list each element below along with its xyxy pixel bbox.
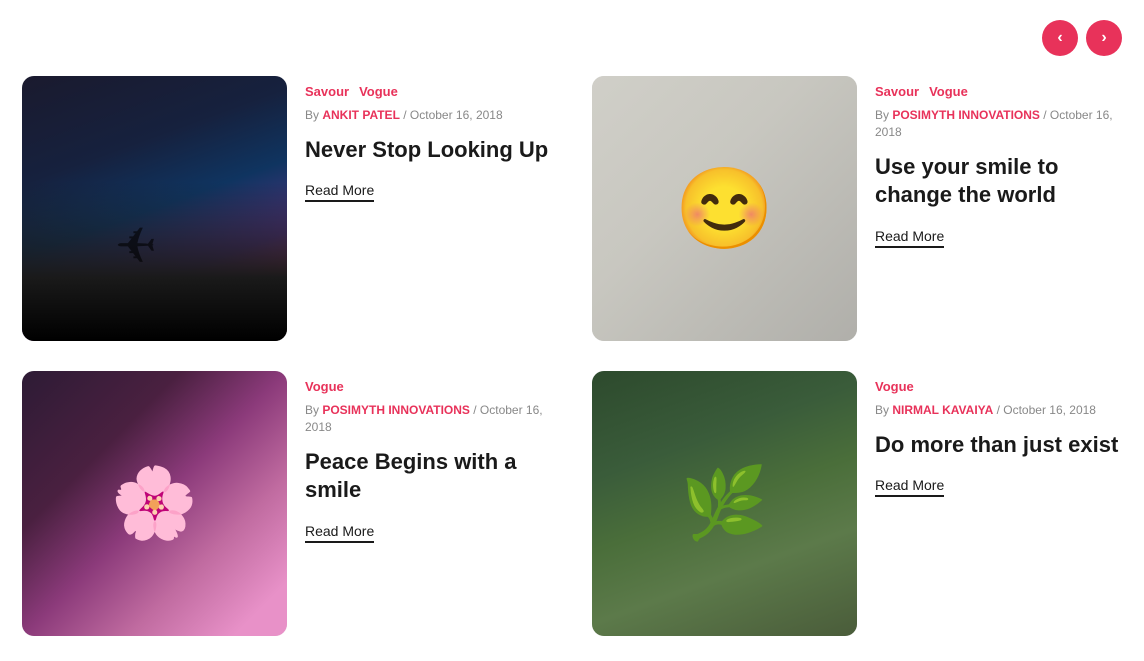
- prev-button[interactable]: ‹: [1042, 20, 1078, 56]
- card-content-4: Vogue By NIRMAL KAVAIYA / October 16, 201…: [875, 371, 1122, 497]
- read-more-link-3[interactable]: Read More: [305, 523, 374, 543]
- card-meta-3: By POSIMYTH INNOVATIONS / October 16, 20…: [305, 402, 552, 436]
- tag-savour[interactable]: Savour: [875, 84, 919, 99]
- card-tags-4: Vogue: [875, 379, 1122, 394]
- card-title-2: Use your smile to change the world: [875, 153, 1122, 210]
- card-image-3: [22, 371, 287, 636]
- tag-savour[interactable]: Savour: [305, 84, 349, 99]
- card-1: Savour Vogue By ANKIT PATEL / October 16, …: [22, 76, 552, 341]
- page-wrapper: ‹ › Savour Vogue By ANKIT PATEL / October …: [22, 20, 1122, 636]
- read-more-link-1[interactable]: Read More: [305, 182, 374, 202]
- read-more-link-4[interactable]: Read More: [875, 477, 944, 497]
- card-meta-1: By ANKIT PATEL / October 16, 2018: [305, 107, 552, 124]
- card-tags-3: Vogue: [305, 379, 552, 394]
- card-author-1: ANKIT PATEL: [322, 108, 400, 122]
- card-meta-2: By POSIMYTH INNOVATIONS / October 16, 20…: [875, 107, 1122, 141]
- card-tags-1: Savour Vogue: [305, 84, 552, 99]
- card-image-4: [592, 371, 857, 636]
- card-title-3: Peace Begins with a smile: [305, 448, 552, 505]
- tag-vogue[interactable]: Vogue: [929, 84, 968, 99]
- card-author-3: POSIMYTH INNOVATIONS: [322, 403, 470, 417]
- cards-grid: Savour Vogue By ANKIT PATEL / October 16, …: [22, 76, 1122, 636]
- read-more-link-2[interactable]: Read More: [875, 228, 944, 248]
- card-image-2: [592, 76, 857, 341]
- card-4: Vogue By NIRMAL KAVAIYA / October 16, 201…: [592, 371, 1122, 636]
- nav-buttons: ‹ ›: [22, 20, 1122, 56]
- card-2: Savour Vogue By POSIMYTH INNOVATIONS / Oct…: [592, 76, 1122, 341]
- card-tags-2: Savour Vogue: [875, 84, 1122, 99]
- tag-vogue[interactable]: Vogue: [359, 84, 398, 99]
- card-content-1: Savour Vogue By ANKIT PATEL / October 16, …: [305, 76, 552, 202]
- card-title-4: Do more than just exist: [875, 431, 1122, 460]
- tag-vogue[interactable]: Vogue: [305, 379, 344, 394]
- card-content-3: Vogue By POSIMYTH INNOVATIONS / October 1…: [305, 371, 552, 543]
- next-button[interactable]: ›: [1086, 20, 1122, 56]
- tag-vogue[interactable]: Vogue: [875, 379, 914, 394]
- card-meta-4: By NIRMAL KAVAIYA / October 16, 2018: [875, 402, 1122, 419]
- card-author-2: POSIMYTH INNOVATIONS: [892, 108, 1040, 122]
- card-title-1: Never Stop Looking Up: [305, 136, 552, 165]
- card-3: Vogue By POSIMYTH INNOVATIONS / October 1…: [22, 371, 552, 636]
- card-author-4: NIRMAL KAVAIYA: [892, 403, 993, 417]
- card-content-2: Savour Vogue By POSIMYTH INNOVATIONS / Oct…: [875, 76, 1122, 248]
- card-image-1: [22, 76, 287, 341]
